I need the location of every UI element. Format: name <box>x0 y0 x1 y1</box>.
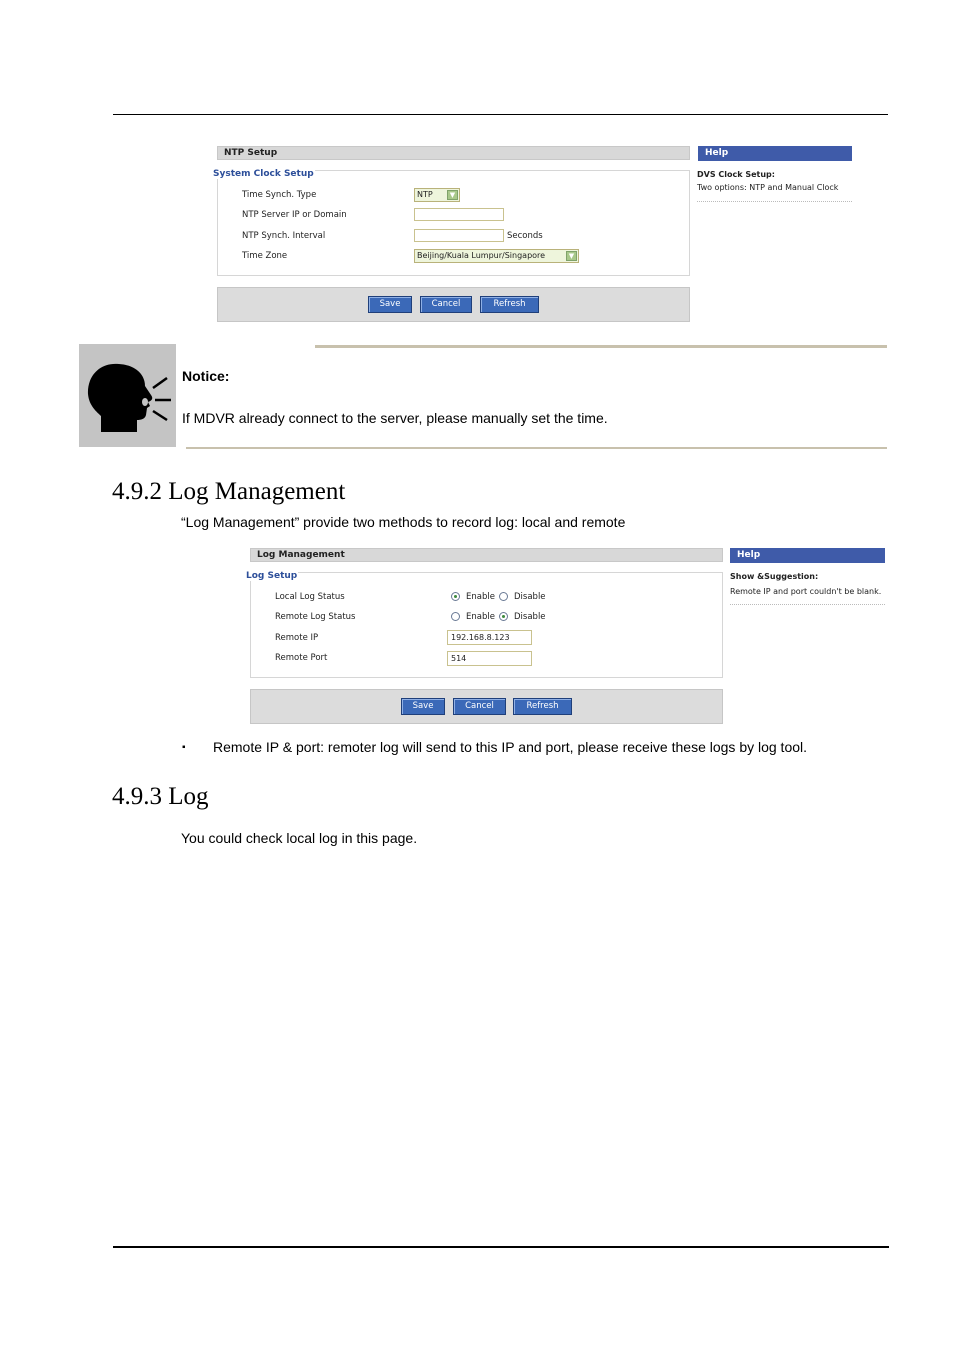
footer-rule <box>113 1246 889 1248</box>
log-help-text: Remote IP and port couldn't be blank. <box>730 587 882 596</box>
ntp-panel-title: NTP Setup <box>217 146 690 160</box>
speaking-head-icon <box>79 344 176 447</box>
log-save-button[interactable]: Save <box>401 698 445 715</box>
remote-port-label: Remote Port <box>275 653 328 663</box>
notice-title: Notice: <box>182 368 230 384</box>
ntp-cancel-button[interactable]: Cancel <box>420 296 472 313</box>
remote-log-disable-radio[interactable] <box>499 612 508 621</box>
header-rule <box>113 114 888 115</box>
remote-port-input[interactable]: 514 <box>447 651 532 666</box>
ntp-interval-label: NTP Synch. Interval <box>242 231 326 241</box>
log-management-heading: 4.9.2 Log Management <box>112 478 346 505</box>
log-management-intro: “Log Management” provide two methods to … <box>181 514 626 530</box>
notice-bottom-rule <box>186 447 887 449</box>
remote-log-disable-label: Disable <box>514 612 546 622</box>
ntp-help-text: Two options: NTP and Manual Clock <box>697 183 839 192</box>
local-log-enable-label: Enable <box>466 592 495 602</box>
time-zone-label: Time Zone <box>242 251 288 261</box>
remote-log-enable-radio[interactable] <box>451 612 460 621</box>
bullet-marker: ▪ <box>182 742 186 753</box>
chevron-down-icon: ▼ <box>566 251 577 261</box>
ntp-help-heading: DVS Clock Setup: <box>697 170 775 179</box>
log-help-divider <box>730 604 885 605</box>
time-zone-select[interactable]: Beijing/Kuala Lumpur/Singapore ▼ <box>414 249 579 263</box>
log-intro: You could check local log in this page. <box>181 830 418 846</box>
notice-text: If MDVR already connect to the server, p… <box>182 410 608 426</box>
chevron-down-icon: ▼ <box>447 190 458 200</box>
ntp-refresh-button[interactable]: Refresh <box>480 296 539 313</box>
ntp-save-button[interactable]: Save <box>368 296 412 313</box>
log-setup-legend: Log Setup <box>245 571 299 581</box>
bullet-text: Remote IP & port: remoter log will send … <box>213 739 808 755</box>
time-synch-type-select[interactable]: NTP ▼ <box>414 188 460 202</box>
ntp-help-title: Help <box>698 146 852 161</box>
local-log-status-label: Local Log Status <box>275 592 345 602</box>
time-zone-value: Beijing/Kuala Lumpur/Singapore <box>417 251 546 260</box>
log-heading: 4.9.3 Log <box>112 783 209 810</box>
local-log-disable-label: Disable <box>514 592 546 602</box>
ntp-interval-input[interactable] <box>414 229 504 242</box>
system-clock-legend: System Clock Setup <box>212 169 315 179</box>
ntp-server-label: NTP Server IP or Domain <box>242 210 347 220</box>
log-help-heading: Show &Suggestion: <box>730 572 819 581</box>
ntp-interval-unit: Seconds <box>507 231 543 241</box>
time-synch-type-value: NTP <box>417 190 433 199</box>
remote-ip-label: Remote IP <box>275 633 319 643</box>
time-synch-type-label: Time Synch. Type <box>242 190 317 200</box>
local-log-enable-radio[interactable] <box>451 592 460 601</box>
ntp-help-divider <box>697 201 852 202</box>
remote-ip-input[interactable]: 192.168.8.123 <box>447 630 532 645</box>
local-log-disable-radio[interactable] <box>499 592 508 601</box>
log-refresh-button[interactable]: Refresh <box>513 698 572 715</box>
log-cancel-button[interactable]: Cancel <box>453 698 506 715</box>
remote-log-enable-label: Enable <box>466 612 495 622</box>
remote-log-status-label: Remote Log Status <box>275 612 356 622</box>
log-panel-title: Log Management <box>250 548 723 562</box>
ntp-server-input[interactable] <box>414 208 504 221</box>
log-help-title: Help <box>730 548 885 563</box>
notice-top-rule <box>315 345 887 348</box>
